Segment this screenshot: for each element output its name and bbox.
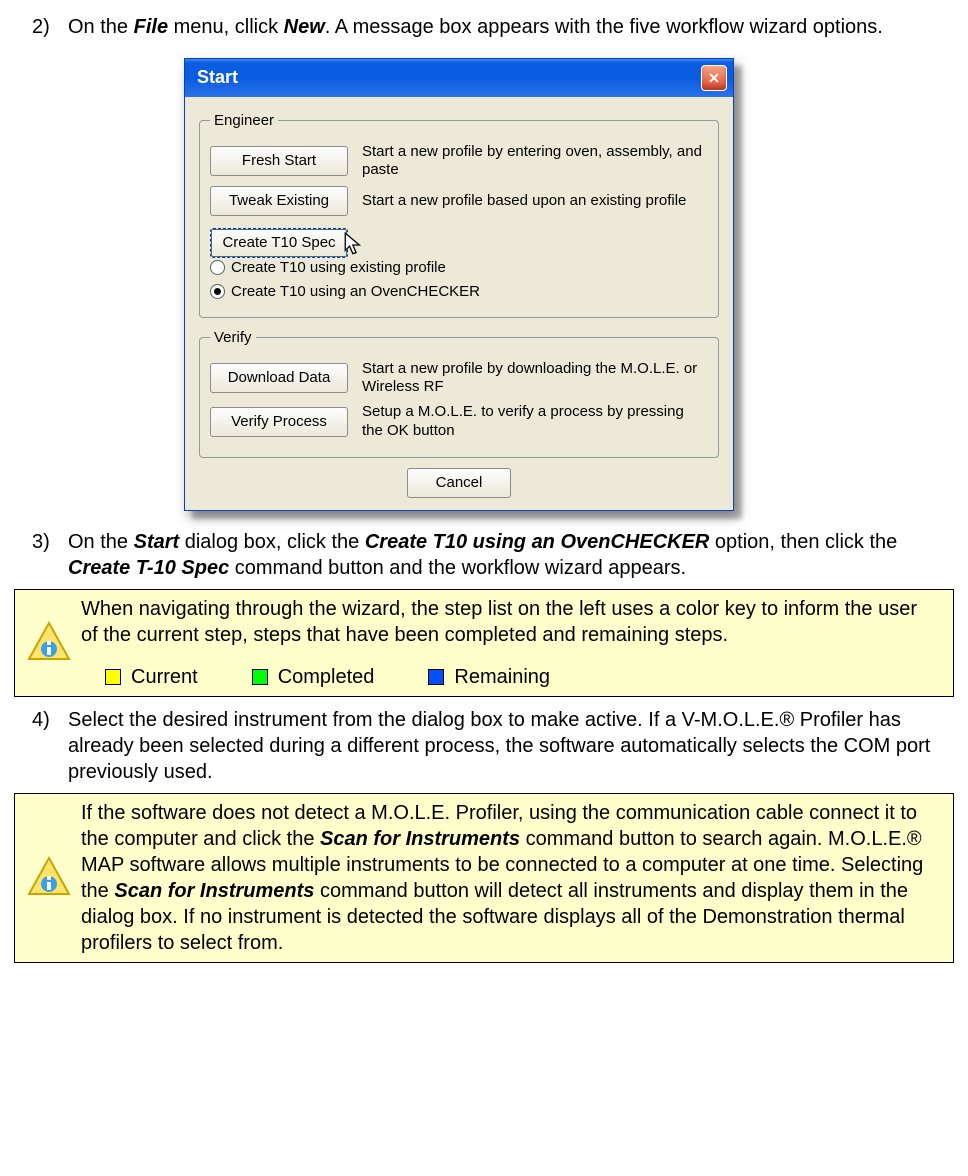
radio-icon <box>210 260 225 275</box>
engineer-legend: Engineer <box>210 111 278 131</box>
verify-group: Verify Download Data Start a new profile… <box>199 328 719 458</box>
color-key-legend: Current Completed Remaining <box>105 664 939 690</box>
dialog-titlebar: Start ✕ <box>185 59 733 97</box>
step-2-text: On the File menu, cllick New. A message … <box>68 14 954 40</box>
start-dialog-figure: Start ✕ Engineer Fresh Start Start a new… <box>184 58 734 511</box>
info-icon <box>17 619 81 667</box>
step-4: 4) Select the desired instrument from th… <box>32 707 954 785</box>
radio-existing-profile[interactable]: Create T10 using existing profile <box>210 258 480 278</box>
note1-text: When navigating through the wizard, the … <box>81 596 939 648</box>
step-3: 3) On the Start dialog box, click the Cr… <box>32 529 954 581</box>
close-icon[interactable]: ✕ <box>701 65 727 91</box>
cancel-button[interactable]: Cancel <box>407 468 511 498</box>
step-3-number: 3) <box>32 529 68 581</box>
tweak-existing-button[interactable]: Tweak Existing <box>210 186 348 216</box>
note2-text: If the software does not detect a M.O.L.… <box>81 800 939 956</box>
tweak-existing-desc: Start a new profile based upon an existi… <box>362 192 708 211</box>
step-4-text: Select the desired instrument from the d… <box>68 707 954 785</box>
info-note-scan: If the software does not detect a M.O.L.… <box>14 793 954 963</box>
cursor-icon <box>344 232 366 258</box>
verify-process-button[interactable]: Verify Process <box>210 407 348 437</box>
verify-legend: Verify <box>210 328 256 348</box>
dialog-title: Start <box>197 66 238 89</box>
fresh-start-button[interactable]: Fresh Start <box>210 146 348 176</box>
start-dialog: Start ✕ Engineer Fresh Start Start a new… <box>184 58 734 511</box>
verify-process-desc: Setup a M.O.L.E. to verify a process by … <box>362 403 708 441</box>
info-note-color-key: When navigating through the wizard, the … <box>14 589 954 697</box>
swatch-remaining <box>428 669 444 685</box>
swatch-completed <box>252 669 268 685</box>
download-data-desc: Start a new profile by downloading the M… <box>362 360 708 398</box>
radio-ovenchecker[interactable]: Create T10 using an OvenCHECKER <box>210 282 480 302</box>
step-3-text: On the Start dialog box, click the Creat… <box>68 529 954 581</box>
swatch-current <box>105 669 121 685</box>
step-2-number: 2) <box>32 14 68 40</box>
radio-icon <box>210 284 225 299</box>
step-4-number: 4) <box>32 707 68 785</box>
engineer-group: Engineer Fresh Start Start a new profile… <box>199 111 719 318</box>
step-2: 2) On the File menu, cllick New. A messa… <box>32 14 954 40</box>
fresh-start-desc: Start a new profile by entering oven, as… <box>362 143 708 181</box>
create-t10-spec-button[interactable]: Create T10 Spec <box>210 228 348 258</box>
download-data-button[interactable]: Download Data <box>210 363 348 393</box>
info-icon <box>17 854 81 902</box>
